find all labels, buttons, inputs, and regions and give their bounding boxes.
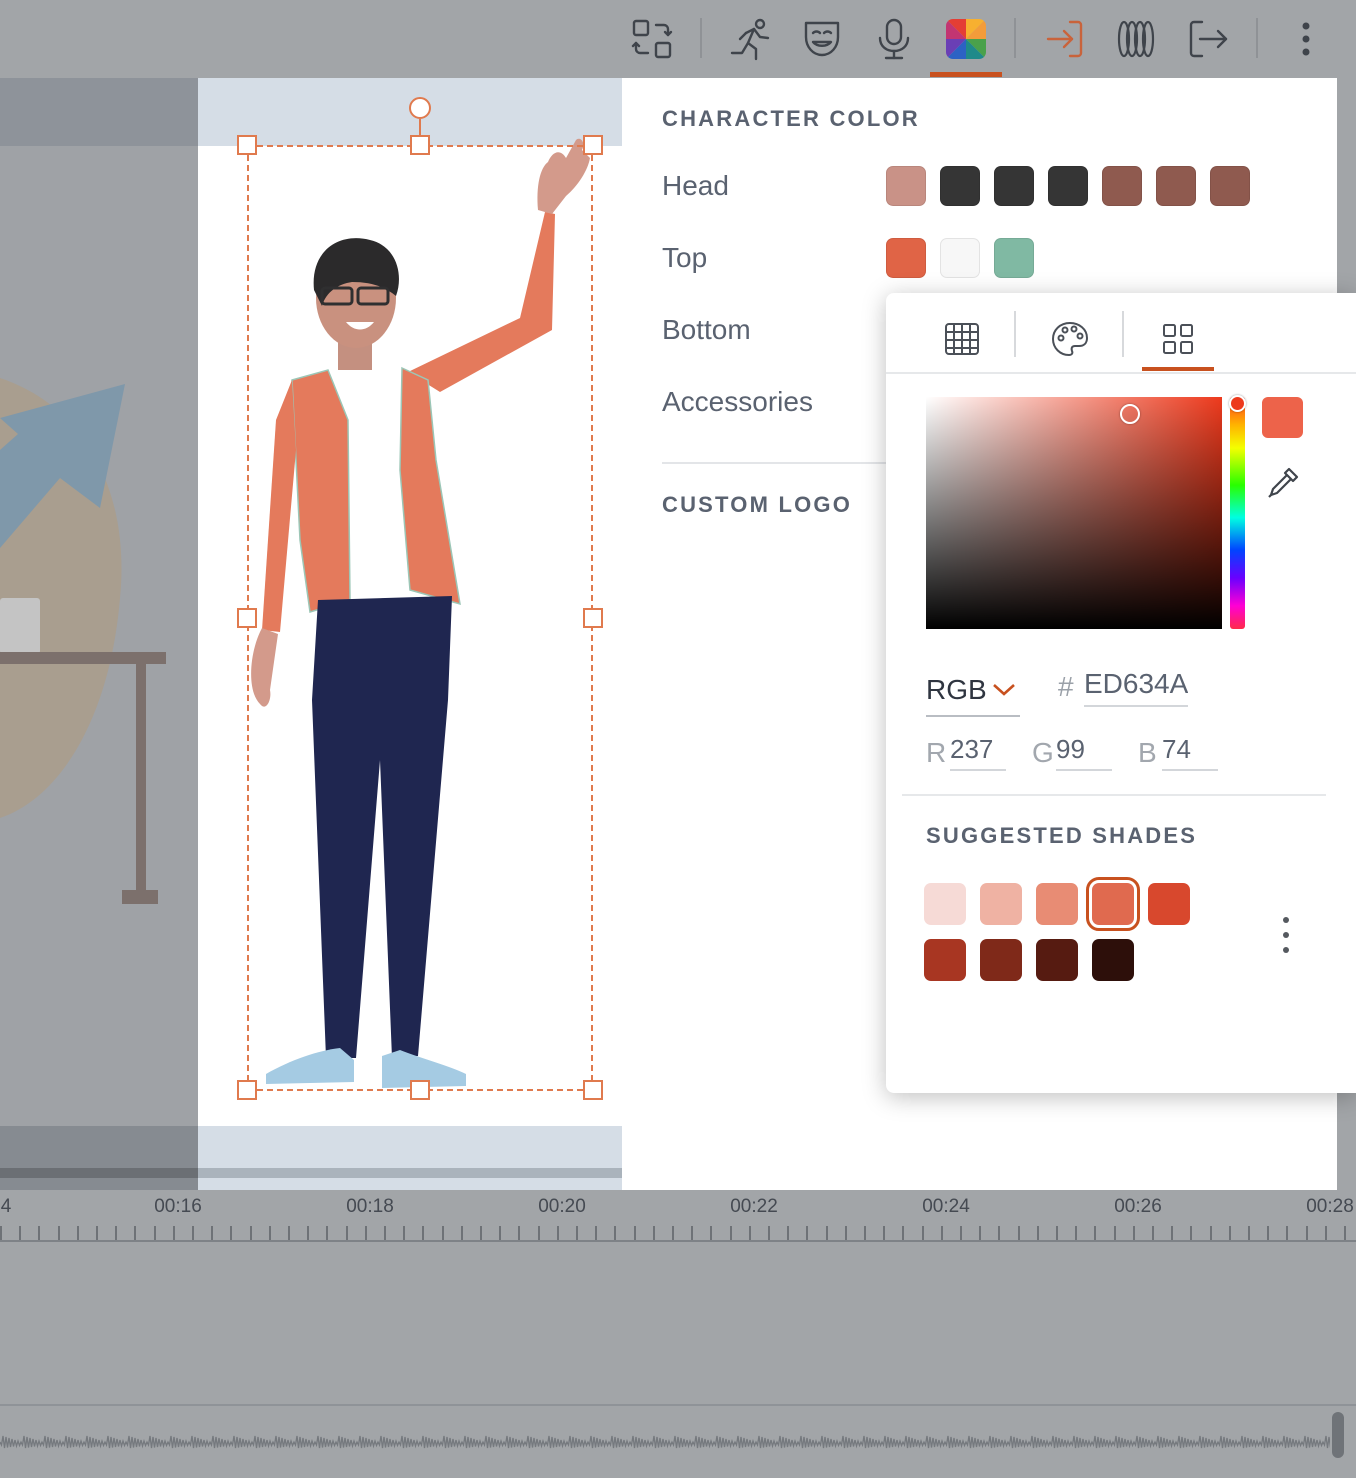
resize-handle-top-right[interactable] [583,135,603,155]
shade-swatch-6[interactable] [924,939,966,981]
suggested-shades-title: SUGGESTED SHADES [926,823,1198,848]
expression-icon[interactable] [794,12,850,66]
head-swatch-5[interactable] [1102,166,1142,206]
hex-prefix: # [1058,671,1074,702]
head-swatch-6[interactable] [1156,166,1196,206]
current-color-preview [1262,397,1303,438]
top-swatch-3[interactable] [994,238,1034,278]
color-icon[interactable] [938,12,994,66]
top-swatch-2[interactable] [940,238,980,278]
resize-handle-top[interactable] [410,135,430,155]
head-swatch-4[interactable] [1048,166,1088,206]
hue-slider-knob[interactable] [1229,395,1246,412]
b-label: B [1138,737,1157,768]
r-label: R [926,737,947,768]
custom-logo-title: CUSTOM LOGO [662,492,853,517]
time-label: 00:16 [154,1196,202,1217]
shade-swatch-5[interactable] [1148,883,1190,925]
shade-swatch-1[interactable] [924,883,966,925]
eyedropper-icon[interactable] [1263,463,1303,503]
motion-icon[interactable] [722,12,778,66]
rotate-handle[interactable] [409,97,431,119]
character-color-title: CHARACTER COLOR [662,106,920,131]
shade-swatch-8[interactable] [1036,939,1078,981]
head-swatch-7[interactable] [1210,166,1250,206]
time-label: 00:20 [538,1196,586,1217]
resize-handle-bottom-left[interactable] [237,1080,257,1100]
time-label: 4 [0,1196,12,1217]
audio-waveform [0,1435,1330,1449]
top-swatch-1[interactable] [886,238,926,278]
r-input[interactable] [950,729,1006,771]
b-input[interactable] [1162,729,1218,771]
shade-swatch-4[interactable] [1086,877,1140,931]
enter-icon[interactable] [1036,12,1092,66]
bottom-label: Bottom [662,314,751,345]
head-swatch-1[interactable] [886,166,926,206]
color-mode-select[interactable]: RGB [926,665,1020,717]
time-label: 00:22 [730,1196,778,1217]
chevron-down-icon [992,684,1015,696]
shade-swatch-2[interactable] [980,883,1022,925]
saturation-value-cursor[interactable] [1120,404,1140,424]
swap-icon[interactable] [624,12,680,66]
time-label: 00:26 [1114,1196,1162,1217]
scene-illustration [0,378,166,904]
more-icon[interactable] [1278,12,1334,66]
head-swatch-2[interactable] [940,166,980,206]
timeline-scrollbar[interactable] [1332,1412,1344,1458]
top-toolbar [0,0,1356,78]
exit-loop-icon[interactable] [1108,12,1164,66]
exit-icon[interactable] [1180,12,1236,66]
palette-icon[interactable] [1034,311,1106,367]
microphone-icon[interactable] [866,12,922,66]
resize-handle-top-left[interactable] [237,135,257,155]
hex-input[interactable] [1084,663,1188,707]
resize-handle-left[interactable] [237,608,257,628]
time-label: 00:28 [1306,1196,1354,1217]
accessories-label: Accessories [662,386,813,417]
resize-handle-bottom[interactable] [410,1080,430,1100]
pattern-icon[interactable] [926,311,998,367]
g-label: G [1032,737,1054,768]
grid-icon[interactable] [1142,311,1214,367]
active-tool-indicator [930,72,1002,77]
color-mode-value: RGB [926,674,987,705]
time-label: 00:18 [346,1196,394,1217]
head-swatch-3[interactable] [994,166,1034,206]
selection-box [247,145,593,1091]
head-label: Head [662,170,729,201]
scene-background [0,78,198,1190]
resize-handle-bottom-right[interactable] [583,1080,603,1100]
shade-swatch-3[interactable] [1036,883,1078,925]
g-input[interactable] [1056,729,1112,771]
active-tab-indicator [1142,367,1214,371]
shade-swatch-9[interactable] [1092,939,1134,981]
resize-handle-right[interactable] [583,608,603,628]
top-label: Top [662,242,708,273]
more-shades-icon[interactable] [1278,917,1294,953]
shade-swatch-7[interactable] [980,939,1022,981]
hue-slider[interactable] [1230,397,1245,629]
saturation-value-area[interactable] [926,397,1222,629]
color-picker-popover: RGB # R G B SUGGESTED SHADES [886,293,1356,1093]
timeline[interactable]: 4 00:16 00:18 00:20 00:22 00:24 00:26 00:28 [0,1190,1356,1478]
time-label: 00:24 [922,1196,970,1217]
